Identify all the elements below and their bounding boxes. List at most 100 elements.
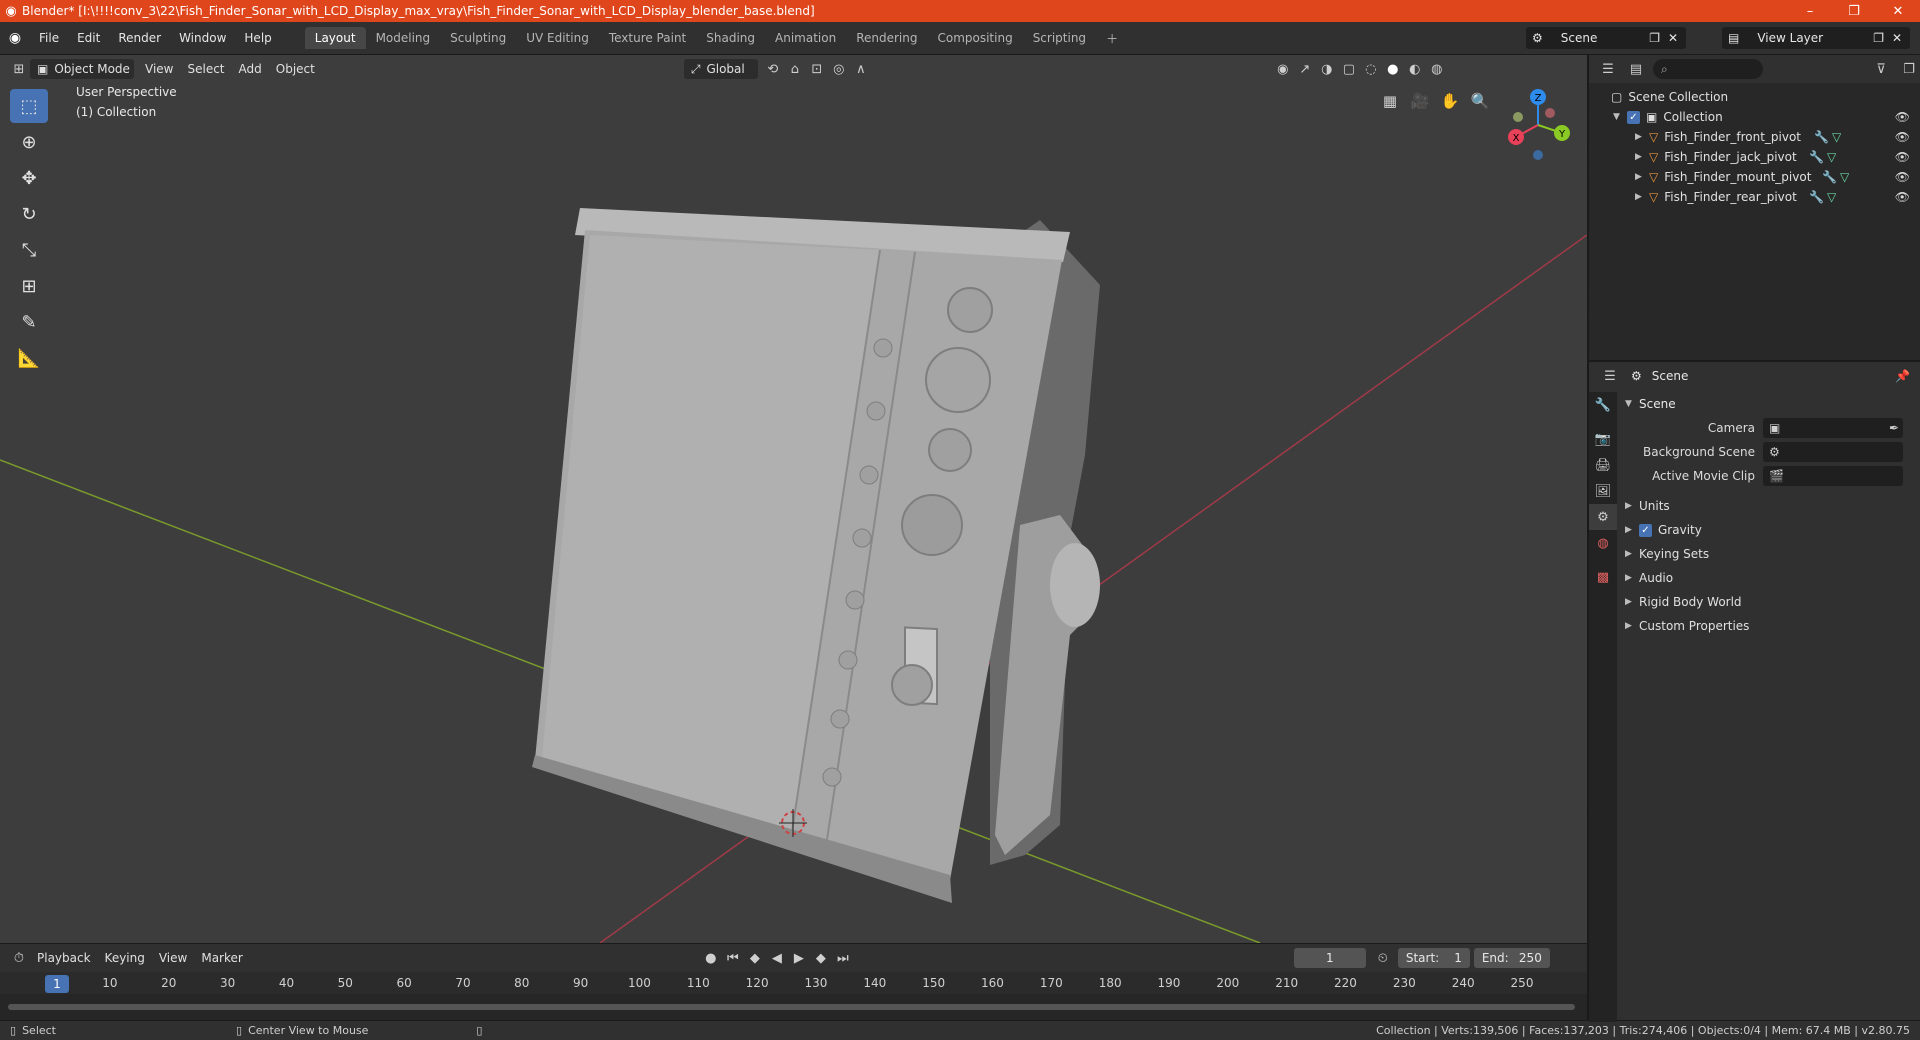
properties-editor-type-icon[interactable]: ☰ (1599, 366, 1621, 386)
expand-object-icon[interactable]: ▶ (1635, 132, 1649, 142)
minimize-button[interactable]: – (1788, 4, 1832, 19)
menu-object[interactable]: Object (269, 59, 322, 79)
tab-compositing[interactable]: Compositing (927, 27, 1022, 49)
gizmo-neg-y[interactable] (1513, 112, 1523, 122)
annotate-tool-icon[interactable]: ✎ (10, 305, 48, 339)
zoom-icon[interactable]: 🔍 (1468, 89, 1492, 113)
editor-type-icon[interactable]: ⊞ (8, 59, 30, 79)
menu-view[interactable]: View (138, 59, 180, 79)
timeline-track[interactable] (0, 994, 1587, 1021)
scene-panel-header[interactable]: ▼ Scene (1617, 392, 1920, 416)
expand-object-icon[interactable]: ▶ (1635, 172, 1649, 182)
eyedropper-icon[interactable]: ✒ (1889, 421, 1899, 435)
object-visibility-icon[interactable]: 👁 (1895, 130, 1910, 144)
scale-tool-icon[interactable]: ⤡ (10, 233, 48, 267)
rigid-body-panel[interactable]: ▶ Rigid Body World (1617, 590, 1920, 614)
scene-selector[interactable]: ⚙ Scene ❐ ✕ (1526, 27, 1686, 49)
texture-tab-icon[interactable]: ▩ (1589, 564, 1617, 590)
delete-view-layer-icon[interactable]: ✕ (1892, 31, 1902, 45)
next-keyframe-icon[interactable]: ◆ (810, 948, 832, 968)
menu-file[interactable]: File (30, 31, 68, 45)
grid-view-icon[interactable]: ▦ (1378, 89, 1402, 113)
3d-viewport[interactable]: ⊞ ▣ Object Mode View Select Add Object ⤢… (0, 55, 1587, 943)
background-scene-field[interactable]: ⚙ (1763, 442, 1903, 462)
menu-render[interactable]: Render (109, 31, 170, 45)
timeline-editor-type-icon[interactable]: ⏱ (8, 948, 30, 968)
record-icon[interactable]: ● (700, 948, 722, 968)
jump-end-icon[interactable]: ⏭ (832, 948, 854, 968)
pan-hand-icon[interactable]: ✋ (1438, 89, 1462, 113)
custom-properties-panel[interactable]: ▶ Custom Properties (1617, 614, 1920, 638)
current-frame-field[interactable]: 1 (1293, 948, 1366, 968)
outliner-object-mount[interactable]: ▶ ▽ Fish_Finder_mount_pivot 🔧 ▽ 👁 (1589, 167, 1920, 187)
menu-marker[interactable]: Marker (194, 948, 249, 968)
timeline-scrollbar[interactable] (8, 1004, 1575, 1010)
delete-scene-icon[interactable]: ✕ (1668, 31, 1678, 45)
select-box-tool-icon[interactable]: ⬚ (10, 89, 48, 123)
play-reverse-icon[interactable]: ◀ (766, 948, 788, 968)
tab-sculpting[interactable]: Sculpting (440, 27, 516, 49)
play-icon[interactable]: ▶ (788, 948, 810, 968)
xray-icon[interactable]: ▢ (1338, 59, 1360, 79)
audio-panel[interactable]: ▶ Audio (1617, 566, 1920, 590)
object-visibility-icon[interactable]: 👁 (1895, 170, 1910, 184)
orientation-dropdown[interactable]: ⤢ Global (683, 59, 758, 79)
tool-tab-icon[interactable]: 🔧 (1589, 392, 1617, 418)
view-layer-tab-icon[interactable]: 🖼 (1589, 478, 1617, 504)
gravity-checkbox[interactable]: ✓ (1639, 523, 1652, 537)
camera-view-icon[interactable]: 🎥 (1408, 89, 1432, 113)
mode-dropdown[interactable]: ▣ Object Mode (30, 59, 134, 79)
close-button[interactable]: ✕ (1876, 4, 1920, 19)
tab-shading[interactable]: Shading (696, 27, 765, 49)
display-mode-icon[interactable]: ▤ (1625, 59, 1647, 79)
menu-add[interactable]: Add (232, 59, 269, 79)
output-tab-icon[interactable]: 🖨 (1589, 452, 1617, 478)
end-frame-field[interactable]: End: 250 (1473, 948, 1550, 968)
filter-icon[interactable]: ⊽ (1870, 59, 1892, 79)
outliner-collection[interactable]: ▼ ✓ ▣ Collection 👁 (1589, 107, 1920, 127)
collection-checkbox[interactable]: ✓ (1627, 110, 1640, 124)
rendered-shading-icon[interactable]: ◍ (1426, 59, 1448, 79)
menu-select[interactable]: Select (180, 59, 231, 79)
preview-range-icon[interactable]: ⏲ (1372, 948, 1394, 968)
outliner-search-input[interactable]: ⌕ (1653, 59, 1763, 79)
outliner-object-front[interactable]: ▶ ▽ Fish_Finder_front_pivot 🔧 ▽ 👁 (1589, 127, 1920, 147)
world-tab-icon[interactable]: ◍ (1589, 530, 1617, 556)
jump-start-icon[interactable]: ⏮ (722, 948, 744, 968)
add-workspace-icon[interactable]: ＋ (1096, 26, 1128, 51)
wireframe-shading-icon[interactable]: ◌ (1360, 59, 1382, 79)
transform-tool-icon[interactable]: ⊞ (10, 269, 48, 303)
start-frame-field[interactable]: Start: 1 (1397, 948, 1470, 968)
keying-sets-panel[interactable]: ▶ Keying Sets (1617, 542, 1920, 566)
rotate-tool-icon[interactable]: ↻ (10, 197, 48, 231)
maximize-button[interactable]: ❐ (1832, 4, 1876, 19)
material-shading-icon[interactable]: ◐ (1404, 59, 1426, 79)
navigation-gizmo[interactable]: Z Y X (1498, 85, 1578, 165)
outliner-object-rear[interactable]: ▶ ▽ Fish_Finder_rear_pivot 🔧 ▽ 👁 (1589, 187, 1920, 207)
tab-animation[interactable]: Animation (765, 27, 846, 49)
gizmo-neg-z[interactable] (1533, 150, 1543, 160)
snap-target-icon[interactable]: ⊡ (806, 59, 828, 79)
gizmo-toggle-icon[interactable]: ↗ (1294, 59, 1316, 79)
view-layer-selector[interactable]: ▤ View Layer ❐ ✕ (1722, 27, 1910, 49)
gravity-panel[interactable]: ▶ ✓ Gravity (1617, 518, 1920, 542)
menu-keying[interactable]: Keying (98, 948, 152, 968)
new-view-layer-icon[interactable]: ❐ (1873, 31, 1884, 45)
menu-help[interactable]: Help (235, 31, 280, 45)
scene-tab-icon[interactable]: ⚙ (1589, 504, 1617, 530)
tab-rendering[interactable]: Rendering (846, 27, 927, 49)
gizmo-neg-x[interactable] (1545, 108, 1555, 118)
prev-keyframe-icon[interactable]: ◆ (744, 948, 766, 968)
render-tab-icon[interactable]: 📷 (1589, 426, 1617, 452)
falloff-icon[interactable]: ∧ (850, 59, 872, 79)
visibility-icon[interactable]: ◉ (1272, 59, 1294, 79)
expand-collection-icon[interactable]: ▼ (1613, 112, 1627, 122)
frame-ruler[interactable]: 1 10 20 30 40 50 60 70 80 90 100 110 120 130 140 150 160… (0, 972, 1587, 994)
tab-modeling[interactable]: Modeling (366, 27, 441, 49)
new-collection-icon[interactable]: ❐ (1898, 59, 1920, 79)
tab-layout[interactable]: Layout (304, 27, 366, 49)
camera-field[interactable]: ▣ ✒ (1763, 418, 1903, 438)
new-scene-icon[interactable]: ❐ (1649, 31, 1660, 45)
move-tool-icon[interactable]: ✥ (10, 161, 48, 195)
object-visibility-icon[interactable]: 👁 (1895, 150, 1910, 164)
